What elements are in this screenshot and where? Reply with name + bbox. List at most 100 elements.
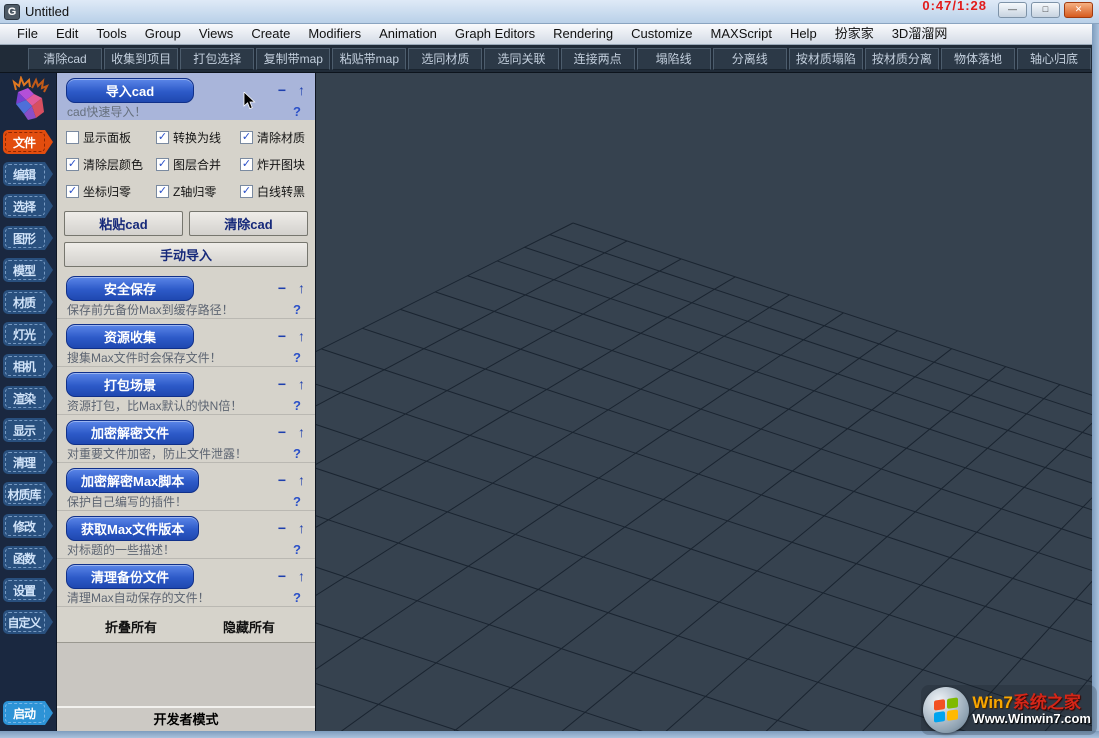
checkbox-explode-blocks[interactable]: 炸开图块 (240, 156, 313, 173)
clear-cad-button[interactable]: 清除cad (189, 211, 308, 236)
menu-banjiajia[interactable]: 扮家家 (826, 24, 883, 44)
minimize-section-icon[interactable]: − (278, 425, 286, 439)
sidebar-tab-file[interactable]: 文件 (3, 130, 53, 154)
menu-modifiers[interactable]: Modifiers (299, 24, 370, 44)
menu-animation[interactable]: Animation (370, 24, 446, 44)
menu-customize[interactable]: Customize (622, 24, 701, 44)
sidebar-tab-material-lib[interactable]: 材质库 (3, 482, 53, 506)
menu-tools[interactable]: Tools (87, 24, 135, 44)
checkbox-convert-to-line[interactable]: 转换为线 (156, 129, 240, 146)
maximize-button[interactable]: □ (1031, 2, 1060, 18)
checkbox-box[interactable] (240, 158, 253, 171)
sidebar-tab-display[interactable]: 显示 (3, 418, 53, 442)
help-icon[interactable]: ? (293, 494, 301, 509)
rollup-section-icon[interactable]: ↑ (298, 281, 305, 295)
rollup-section-icon[interactable]: ↑ (298, 425, 305, 439)
menu-edit[interactable]: Edit (47, 24, 87, 44)
menu-help[interactable]: Help (781, 24, 826, 44)
checkbox-box[interactable] (156, 185, 169, 198)
checkbox-show-panel[interactable]: 显示面板 (66, 129, 156, 146)
section-title[interactable]: 获取Max文件版本 (66, 516, 199, 541)
menu-maxscript[interactable]: MAXScript (702, 24, 781, 44)
toolbar-pivot-to-bottom[interactable]: 轴心归底 (1017, 48, 1091, 70)
sidebar-tab-function[interactable]: 函数 (3, 546, 53, 570)
checkbox-box[interactable] (66, 185, 79, 198)
minimize-button[interactable]: — (998, 2, 1027, 18)
minimize-section-icon[interactable]: − (278, 473, 286, 487)
sidebar-tab-modify[interactable]: 修改 (3, 514, 53, 538)
help-icon[interactable]: ? (293, 104, 301, 119)
minimize-section-icon[interactable]: − (278, 377, 286, 391)
checkbox-box[interactable] (240, 131, 253, 144)
checkbox-box[interactable] (66, 131, 79, 144)
toolbar-paste-with-map[interactable]: 粘贴带map (332, 48, 406, 70)
toolbar-clear-cad[interactable]: 清除cad (28, 48, 102, 70)
checkbox-clear-layer-color[interactable]: 清除层颜色 (66, 156, 156, 173)
minimize-section-icon[interactable]: − (278, 329, 286, 343)
help-icon[interactable]: ? (293, 542, 301, 557)
sidebar-tab-model[interactable]: 模型 (3, 258, 53, 282)
section-title[interactable]: 资源收集 (66, 324, 194, 349)
sidebar-tab-material[interactable]: 材质 (3, 290, 53, 314)
checkbox-box[interactable] (240, 185, 253, 198)
toolbar-object-to-ground[interactable]: 物体落地 (941, 48, 1015, 70)
sidebar-tab-camera[interactable]: 相机 (3, 354, 53, 378)
rollup-section-icon[interactable]: ↑ (298, 329, 305, 343)
checkbox-white-to-black[interactable]: 白线转黑 (240, 183, 313, 200)
hide-all-link[interactable]: 隐藏所有 (223, 617, 275, 636)
minimize-section-icon[interactable]: − (278, 281, 286, 295)
minimize-section-icon[interactable]: − (278, 521, 286, 535)
rollup-section-icon[interactable]: ↑ (298, 521, 305, 535)
help-icon[interactable]: ? (293, 302, 301, 317)
rollup-section-icon[interactable]: ↑ (298, 569, 305, 583)
sidebar-tab-settings[interactable]: 设置 (3, 578, 53, 602)
toolbar-select-same-material[interactable]: 选同材质 (408, 48, 482, 70)
toolbar-detach-line[interactable]: 分离线 (713, 48, 787, 70)
checkbox-zero-coords[interactable]: 坐标归零 (66, 183, 156, 200)
toolbar-detach-by-material[interactable]: 按材质分离 (865, 48, 939, 70)
menu-group[interactable]: Group (136, 24, 190, 44)
developer-mode-button[interactable]: 开发者模式 (57, 706, 315, 731)
checkbox-clear-material[interactable]: 清除材质 (240, 129, 313, 146)
checkbox-box[interactable] (156, 131, 169, 144)
sidebar-tab-light[interactable]: 灯光 (3, 322, 53, 346)
help-icon[interactable]: ? (293, 350, 301, 365)
sidebar-tab-launch[interactable]: 启动 (3, 701, 53, 725)
toolbar-select-same-link[interactable]: 选同关联 (484, 48, 558, 70)
toolbar-collapse-by-material[interactable]: 按材质塌陷 (789, 48, 863, 70)
checkbox-zero-z-axis[interactable]: Z轴归零 (156, 183, 240, 200)
manual-import-button[interactable]: 手动导入 (64, 242, 308, 267)
sidebar-tab-custom[interactable]: 自定义 (3, 610, 53, 634)
menu-create[interactable]: Create (242, 24, 299, 44)
help-icon[interactable]: ? (293, 398, 301, 413)
sidebar-tab-select[interactable]: 选择 (3, 194, 53, 218)
minimize-section-icon[interactable]: − (278, 83, 286, 97)
help-icon[interactable]: ? (293, 446, 301, 461)
checkbox-box[interactable] (156, 158, 169, 171)
rollup-section-icon[interactable]: ↑ (298, 377, 305, 391)
viewport-3d[interactable] (316, 73, 1092, 731)
sidebar-tab-cleanup[interactable]: 清理 (3, 450, 53, 474)
menu-views[interactable]: Views (190, 24, 242, 44)
menu-rendering[interactable]: Rendering (544, 24, 622, 44)
toolbar-pack-selection[interactable]: 打包选择 (180, 48, 254, 70)
rollup-section-icon[interactable]: ↑ (298, 83, 305, 97)
section-title[interactable]: 安全保存 (66, 276, 194, 301)
close-button[interactable]: ✕ (1064, 2, 1093, 18)
section-title[interactable]: 加密解密Max脚本 (66, 468, 199, 493)
paste-cad-button[interactable]: 粘贴cad (64, 211, 183, 236)
rollup-section-icon[interactable]: ↑ (298, 473, 305, 487)
menu-file[interactable]: File (8, 24, 47, 44)
menu-3dliuliu[interactable]: 3D溜溜网 (883, 24, 957, 44)
checkbox-merge-layers[interactable]: 图层合并 (156, 156, 240, 173)
collapse-all-link[interactable]: 折叠所有 (105, 617, 157, 636)
toolbar-connect-two-points[interactable]: 连接两点 (561, 48, 635, 70)
sidebar-tab-render[interactable]: 渲染 (3, 386, 53, 410)
help-icon[interactable]: ? (293, 590, 301, 605)
section-title[interactable]: 清理备份文件 (66, 564, 194, 589)
checkbox-box[interactable] (66, 158, 79, 171)
minimize-section-icon[interactable]: − (278, 569, 286, 583)
section-title[interactable]: 加密解密文件 (66, 420, 194, 445)
sidebar-tab-shape[interactable]: 图形 (3, 226, 53, 250)
toolbar-collapse-line[interactable]: 塌陷线 (637, 48, 711, 70)
